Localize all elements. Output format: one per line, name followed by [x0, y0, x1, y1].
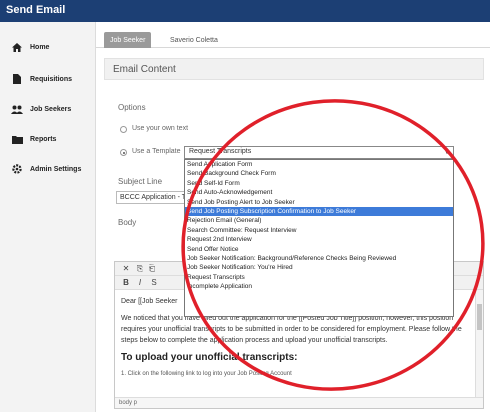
paste-icon[interactable]: ⎗: [147, 264, 157, 274]
sidebar-item-reports[interactable]: Reports: [0, 124, 96, 154]
app-title: Send Email: [6, 4, 66, 16]
cut-icon[interactable]: ✕: [121, 264, 131, 274]
scrollbar-thumb[interactable]: [477, 304, 482, 330]
italic-icon[interactable]: I: [135, 278, 145, 288]
strikethrough-icon[interactable]: S: [149, 278, 159, 288]
users-icon: [10, 104, 24, 114]
step-1-text: 1. Click on the following link to log in…: [121, 371, 292, 377]
template-option[interactable]: Send Application Form: [185, 160, 453, 169]
template-option[interactable]: Send Job Posting Subscription Confirmati…: [185, 206, 453, 217]
section-title: Email Content: [113, 64, 176, 75]
sidebar-item-label: Home: [30, 43, 50, 51]
folder-icon: [10, 134, 24, 144]
template-radio[interactable]: [120, 149, 127, 156]
body-label: Body: [118, 218, 137, 227]
gear-icon: [10, 164, 24, 174]
sidebar-item-label: Reports: [30, 135, 57, 143]
subject-label: Subject Line: [118, 177, 163, 186]
template-option[interactable]: Rejection Email (General): [185, 216, 453, 225]
template-option[interactable]: Incomplete Application: [185, 282, 453, 291]
template-dropdown-list: Send Application Form Send Background Che…: [184, 159, 454, 317]
template-option[interactable]: Send Background Check Form: [185, 169, 453, 178]
main-content: Job Seeker Saverio Coletta Email Content…: [96, 22, 490, 412]
template-option[interactable]: Send Job Posting Alert to Job Seeker: [185, 198, 453, 207]
home-icon: [10, 42, 24, 52]
template-option[interactable]: Job Seeker Notification: You're Hired: [185, 263, 453, 272]
sidebar-item-job-seekers[interactable]: Job Seekers: [0, 94, 96, 124]
body-paragraph: We noticed that you have filled out the …: [121, 315, 462, 344]
template-option[interactable]: Send Self-Id Form: [185, 179, 453, 188]
editor-status-path: body p: [115, 397, 483, 408]
section-header: Email Content: [104, 58, 484, 80]
template-label: Use a Template: [132, 148, 181, 155]
template-option[interactable]: Job Seeker Notification: Background/Refe…: [185, 254, 453, 263]
sidebar: Home Requisitions Job Seekers Reports Ad…: [0, 22, 96, 412]
sidebar-item-label: Requisitions: [30, 75, 73, 83]
app-header: Send Email: [0, 0, 490, 22]
instructions-heading: To upload your unofficial transcripts:: [121, 352, 298, 363]
template-option[interactable]: Send Offer Notice: [185, 245, 453, 254]
tab-saverio-coletta[interactable]: Saverio Coletta: [164, 32, 224, 48]
sidebar-item-requisitions[interactable]: Requisitions: [0, 64, 96, 94]
own-text-label: Use your own text: [132, 125, 189, 132]
tab-bar: Job Seeker Saverio Coletta: [96, 30, 490, 48]
sidebar-item-admin-settings[interactable]: Admin Settings: [0, 154, 96, 184]
template-option[interactable]: Search Committee: Request Interview: [185, 226, 453, 235]
subject-input[interactable]: BCCC Application - T: [116, 191, 186, 204]
chevron-down-icon: ▼: [444, 150, 450, 156]
sidebar-item-label: Job Seekers: [30, 105, 72, 113]
tab-job-seeker[interactable]: Job Seeker: [104, 32, 152, 48]
template-select-value: Request Transcripts: [189, 148, 252, 155]
copy-icon[interactable]: ⎘: [135, 264, 145, 274]
options-label: Options: [118, 103, 146, 112]
bold-icon[interactable]: B: [121, 278, 131, 288]
template-select[interactable]: Request Transcripts ▼: [184, 146, 454, 159]
sidebar-item-home[interactable]: Home: [0, 32, 96, 62]
sidebar-item-label: Admin Settings: [30, 165, 82, 173]
template-option[interactable]: Send Auto-Acknowledgement: [185, 188, 453, 197]
editor-scrollbar[interactable]: [475, 290, 483, 398]
template-option[interactable]: Request 2nd Interview: [185, 235, 453, 244]
template-option[interactable]: Request Transcripts: [185, 273, 453, 282]
own-text-radio[interactable]: [120, 126, 127, 133]
document-icon: [10, 74, 24, 84]
